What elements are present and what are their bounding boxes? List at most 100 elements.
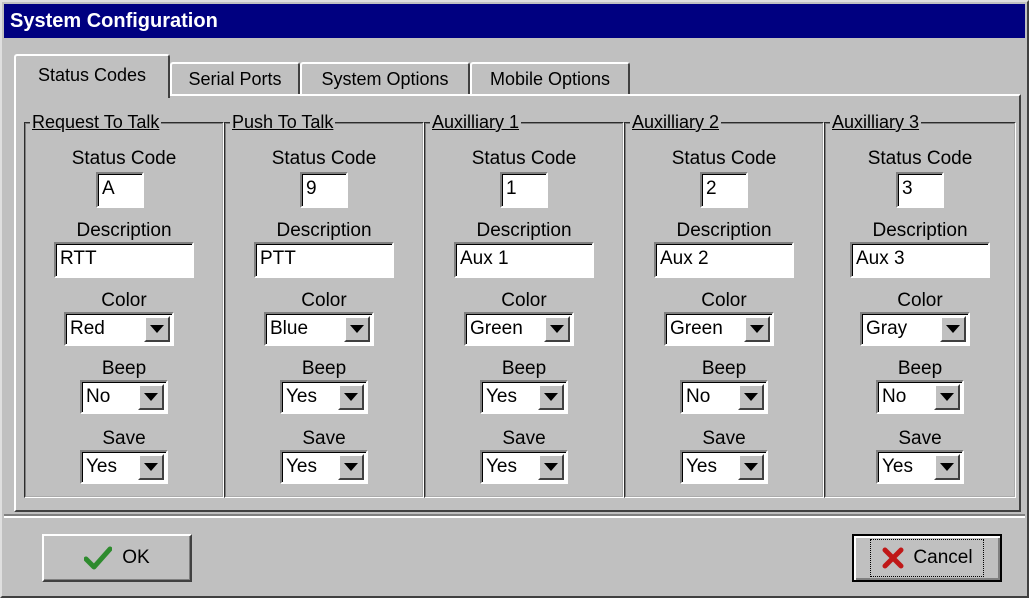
checkmark-icon [84, 546, 113, 570]
dropdown-arrow-icon[interactable] [544, 316, 570, 342]
save-label: Save [898, 428, 942, 449]
status-code-input[interactable]: 3 [896, 172, 944, 208]
save-value: Yes [286, 456, 317, 477]
system-configuration-window: System Configuration Status Codes Serial… [0, 0, 1029, 598]
color-label: Color [501, 290, 547, 311]
save-value: Yes [882, 456, 913, 477]
dropdown-arrow-icon[interactable] [338, 454, 364, 480]
status-code-label: Status Code [867, 148, 973, 169]
description-label: Description [872, 220, 968, 241]
dropdown-arrow-icon[interactable] [538, 384, 564, 410]
description-input[interactable]: Aux 2 [654, 242, 794, 278]
dropdown-arrow-icon[interactable] [338, 384, 364, 410]
group-auxilliary-1: Auxilliary 1 Status Code 1 Description A… [424, 112, 624, 498]
beep-select[interactable]: No [680, 380, 768, 414]
color-value: Blue [270, 318, 309, 339]
beep-value: Yes [286, 386, 317, 407]
dropdown-arrow-icon[interactable] [738, 384, 764, 410]
ok-button[interactable]: OK [42, 534, 192, 582]
dropdown-arrow-icon[interactable] [934, 384, 960, 410]
tab-status-codes[interactable]: Status Codes [14, 54, 170, 98]
cancel-x-icon [882, 547, 904, 569]
save-select[interactable]: Yes [876, 450, 964, 484]
save-value: Yes [486, 456, 517, 477]
beep-value: No [686, 386, 711, 407]
description-input[interactable]: Aux 1 [454, 242, 594, 278]
cancel-label: Cancel [913, 547, 973, 568]
dropdown-arrow-icon[interactable] [138, 454, 164, 480]
footer-divider [4, 514, 1025, 518]
status-code-label: Status Code [271, 148, 377, 169]
status-code-label: Status Code [71, 148, 177, 169]
tab-serial-ports[interactable]: Serial Ports [170, 62, 300, 96]
save-value: Yes [686, 456, 717, 477]
group-title: Auxilliary 3 [830, 112, 922, 132]
description-label: Description [476, 220, 572, 241]
save-select[interactable]: Yes [280, 450, 368, 484]
group-title: Request To Talk [30, 112, 162, 132]
beep-select[interactable]: No [80, 380, 168, 414]
group-title: Auxilliary 2 [630, 112, 722, 132]
save-value: Yes [86, 456, 117, 477]
color-value: Gray [866, 318, 908, 339]
beep-select[interactable]: No [876, 380, 964, 414]
status-code-input[interactable]: 2 [700, 172, 748, 208]
save-label: Save [702, 428, 746, 449]
status-code-input[interactable]: 1 [500, 172, 548, 208]
group-auxilliary-2: Auxilliary 2 Status Code 2 Description A… [624, 112, 824, 498]
color-select[interactable]: Blue [264, 312, 374, 346]
description-input[interactable]: PTT [254, 242, 394, 278]
status-code-input[interactable]: 9 [300, 172, 348, 208]
color-value: Red [70, 318, 105, 339]
save-select[interactable]: Yes [480, 450, 568, 484]
color-select[interactable]: Red [64, 312, 174, 346]
cancel-button[interactable]: Cancel [852, 534, 1002, 582]
status-codes-panel: Request To Talk Status Code A Descriptio… [14, 94, 1021, 512]
group-title: Auxilliary 1 [430, 112, 522, 132]
beep-value: Yes [486, 386, 517, 407]
status-code-label: Status Code [671, 148, 777, 169]
save-label: Save [102, 428, 146, 449]
color-select[interactable]: Green [464, 312, 574, 346]
tab-mobile-options[interactable]: Mobile Options [470, 62, 630, 96]
dropdown-arrow-icon[interactable] [738, 454, 764, 480]
group-request-to-talk: Request To Talk Status Code A Descriptio… [24, 112, 224, 498]
color-value: Green [470, 318, 523, 339]
beep-label: Beep [701, 358, 747, 379]
description-label: Description [676, 220, 772, 241]
beep-select[interactable]: Yes [480, 380, 568, 414]
status-code-label: Status Code [471, 148, 577, 169]
group-auxilliary-3: Auxilliary 3 Status Code 3 Description A… [824, 112, 1016, 498]
color-label: Color [701, 290, 747, 311]
description-label: Description [76, 220, 172, 241]
status-code-input[interactable]: A [96, 172, 144, 208]
save-select[interactable]: Yes [80, 450, 168, 484]
dropdown-arrow-icon[interactable] [934, 454, 960, 480]
dropdown-arrow-icon[interactable] [144, 316, 170, 342]
beep-label: Beep [897, 358, 943, 379]
color-value: Green [670, 318, 723, 339]
window-title: System Configuration [4, 4, 1025, 38]
color-label: Color [101, 290, 147, 311]
dropdown-arrow-icon[interactable] [744, 316, 770, 342]
color-label: Color [301, 290, 347, 311]
color-select[interactable]: Green [664, 312, 774, 346]
beep-value: No [882, 386, 907, 407]
color-select[interactable]: Gray [860, 312, 970, 346]
tab-system-options[interactable]: System Options [300, 62, 470, 96]
beep-label: Beep [501, 358, 547, 379]
save-select[interactable]: Yes [680, 450, 768, 484]
beep-select[interactable]: Yes [280, 380, 368, 414]
color-label: Color [897, 290, 943, 311]
dropdown-arrow-icon[interactable] [138, 384, 164, 410]
save-label: Save [502, 428, 546, 449]
ok-label: OK [122, 547, 150, 568]
dropdown-arrow-icon[interactable] [940, 316, 966, 342]
focus-rectangle: Cancel [870, 539, 984, 577]
dropdown-arrow-icon[interactable] [538, 454, 564, 480]
beep-label: Beep [301, 358, 347, 379]
description-input[interactable]: RTT [54, 242, 194, 278]
dropdown-arrow-icon[interactable] [344, 316, 370, 342]
description-input[interactable]: Aux 3 [850, 242, 990, 278]
beep-value: No [86, 386, 111, 407]
